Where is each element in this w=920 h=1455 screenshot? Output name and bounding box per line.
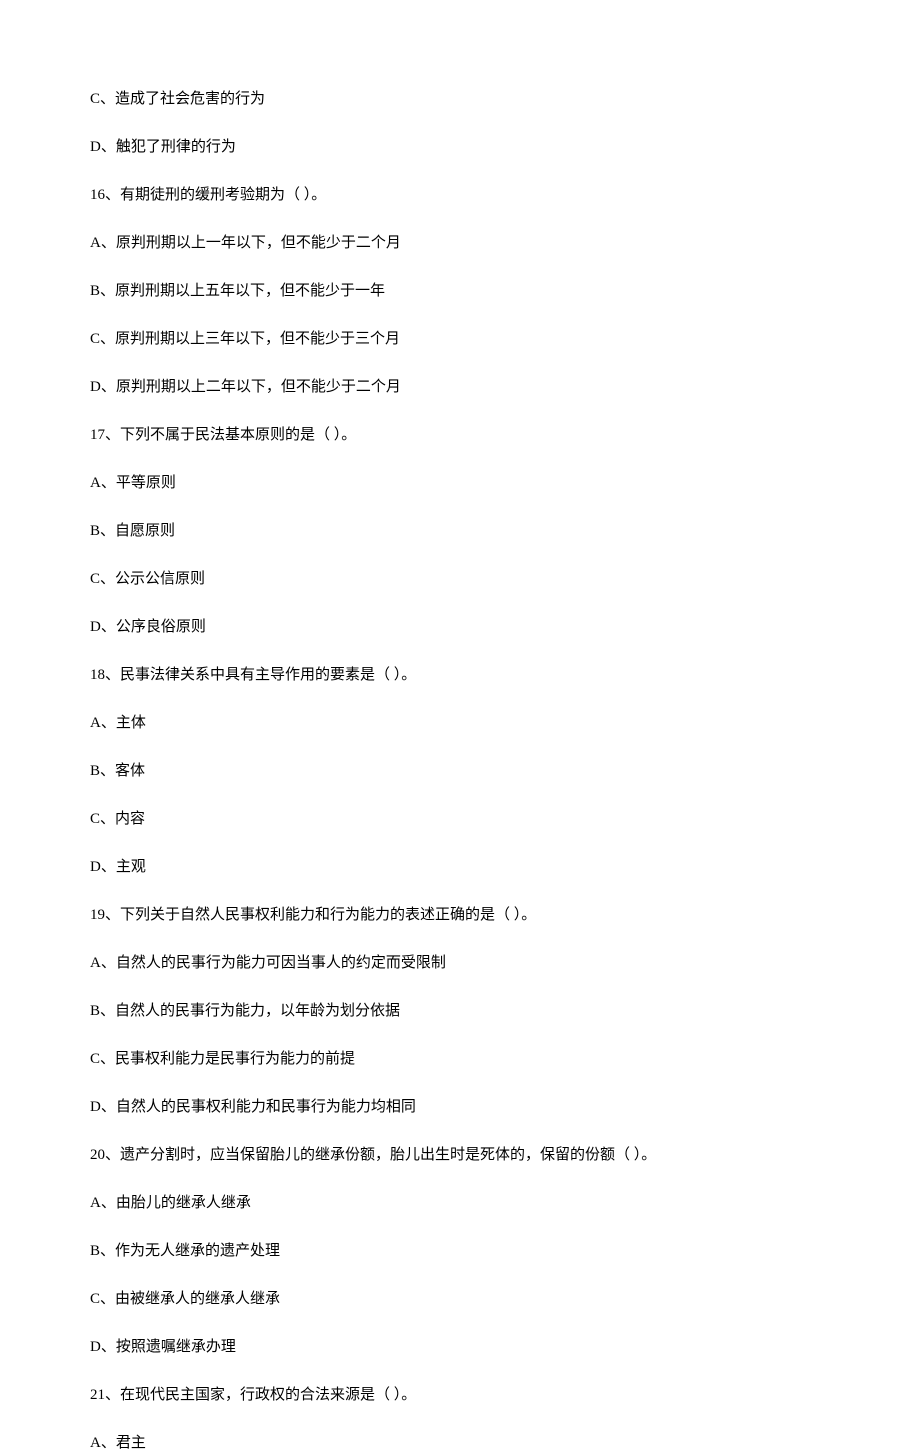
question-18: 18、民事法律关系中具有主导作用的要素是（ ）。 [90, 664, 830, 687]
option-c-q15: C、造成了社会危害的行为 [90, 88, 830, 111]
option-a-q20: A、由胎儿的继承人继承 [90, 1192, 830, 1215]
option-c-q17: C、公示公信原则 [90, 568, 830, 591]
option-d-q17: D、公序良俗原则 [90, 616, 830, 639]
option-c-q19: C、民事权利能力是民事行为能力的前提 [90, 1048, 830, 1071]
option-c-q16: C、原判刑期以上三年以下，但不能少于三个月 [90, 328, 830, 351]
option-a-q19: A、自然人的民事行为能力可因当事人的约定而受限制 [90, 952, 830, 975]
option-a-q16: A、原判刑期以上一年以下，但不能少于二个月 [90, 232, 830, 255]
option-b-q18: B、客体 [90, 760, 830, 783]
question-20: 20、遗产分割时，应当保留胎儿的继承份额，胎儿出生时是死体的，保留的份额（ ）。 [90, 1144, 830, 1167]
question-21: 21、在现代民主国家，行政权的合法来源是（ ）。 [90, 1384, 830, 1407]
option-d-q20: D、按照遗嘱继承办理 [90, 1336, 830, 1359]
option-d-q18: D、主观 [90, 856, 830, 879]
option-a-q17: A、平等原则 [90, 472, 830, 495]
question-17: 17、下列不属于民法基本原则的是（ ）。 [90, 424, 830, 447]
option-b-q20: B、作为无人继承的遗产处理 [90, 1240, 830, 1263]
option-b-q19: B、自然人的民事行为能力，以年龄为划分依据 [90, 1000, 830, 1023]
option-a-q18: A、主体 [90, 712, 830, 735]
option-d-q19: D、自然人的民事权利能力和民事行为能力均相同 [90, 1096, 830, 1119]
option-a-q21: A、君主 [90, 1432, 830, 1455]
option-b-q16: B、原判刑期以上五年以下，但不能少于一年 [90, 280, 830, 303]
question-16: 16、有期徒刑的缓刑考验期为（ ）。 [90, 184, 830, 207]
option-d-q16: D、原判刑期以上二年以下，但不能少于二个月 [90, 376, 830, 399]
question-19: 19、下列关于自然人民事权利能力和行为能力的表述正确的是（ ）。 [90, 904, 830, 927]
option-c-q20: C、由被继承人的继承人继承 [90, 1288, 830, 1311]
option-d-q15: D、触犯了刑律的行为 [90, 136, 830, 159]
option-b-q17: B、自愿原则 [90, 520, 830, 543]
option-c-q18: C、内容 [90, 808, 830, 831]
